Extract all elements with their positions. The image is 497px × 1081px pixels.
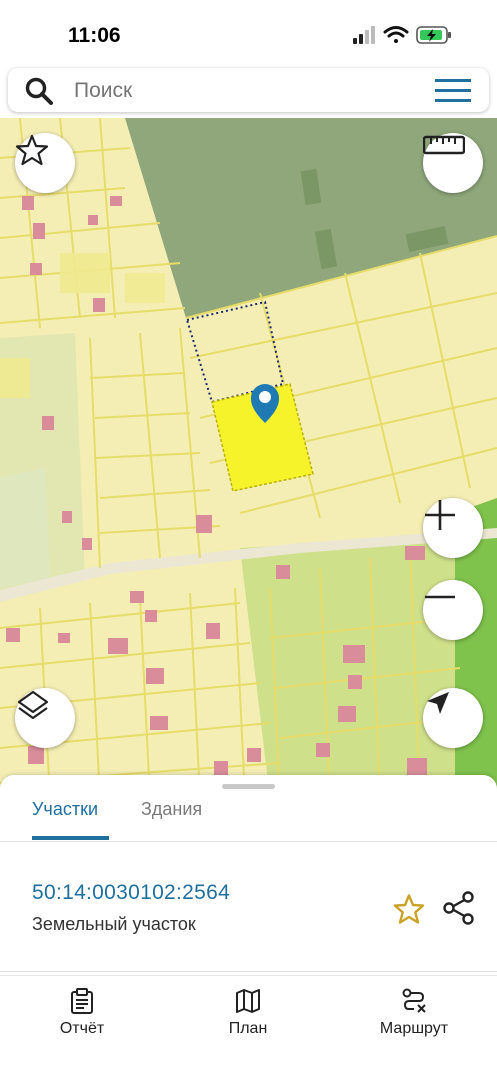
tab-buildings[interactable]: Здания <box>141 799 202 820</box>
status-icons <box>353 26 451 44</box>
favorite-button[interactable] <box>15 133 75 193</box>
ruler-button[interactable] <box>423 133 483 193</box>
nav-report-label: Отчёт <box>59 1020 105 1037</box>
map-view[interactable] <box>0 118 497 798</box>
parcel-type: Земельный участок <box>32 914 196 934</box>
zoom-out-button[interactable] <box>423 580 483 640</box>
locate-button[interactable] <box>423 688 483 748</box>
bottom-navigation: Отчёт План Маршрут <box>0 975 497 1081</box>
plan-icon <box>236 989 260 1013</box>
nav-report[interactable]: Отчёт <box>22 988 142 1038</box>
zoom-out-icon <box>425 595 455 599</box>
star-icon[interactable] <box>393 893 425 925</box>
divider <box>0 841 497 842</box>
layers-icon <box>17 690 49 720</box>
nav-plan[interactable]: План <box>188 988 308 1038</box>
status-bar: 11:06 <box>0 0 497 60</box>
tab-active-indicator <box>32 836 109 840</box>
wifi-icon <box>383 26 409 43</box>
tab-parcels[interactable]: Участки <box>32 799 98 820</box>
share-icon[interactable] <box>441 890 477 926</box>
sheet-grabber[interactable] <box>222 784 275 789</box>
search-bar <box>8 68 489 112</box>
zoom-in-icon <box>425 500 455 530</box>
search-icon[interactable] <box>24 76 54 106</box>
layers-button[interactable] <box>15 688 75 748</box>
ruler-icon <box>423 135 465 155</box>
nav-route-label: Маршрут <box>379 1020 449 1037</box>
nav-route[interactable]: Маршрут <box>354 988 474 1038</box>
locate-icon <box>427 692 449 714</box>
search-input[interactable] <box>72 77 406 105</box>
report-icon <box>71 988 93 1014</box>
route-icon <box>402 988 426 1013</box>
signal-icon <box>353 26 375 44</box>
nav-plan-label: План <box>228 1020 268 1037</box>
zoom-in-button[interactable] <box>423 498 483 558</box>
star-outline-icon <box>15 134 49 166</box>
status-time: 11:06 <box>68 24 121 47</box>
divider <box>0 971 497 972</box>
menu-icon[interactable] <box>435 78 471 104</box>
parcel-number[interactable]: 50:14:0030102:2564 <box>32 881 230 905</box>
bottom-sheet: Участки Здания 50:14:0030102:2564 Земель… <box>0 775 497 975</box>
battery-icon <box>416 26 451 44</box>
